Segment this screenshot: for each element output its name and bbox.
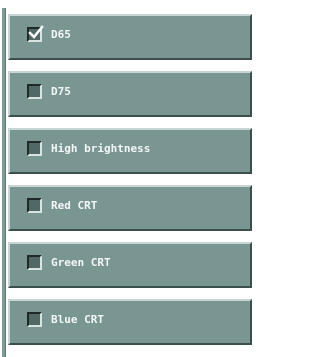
option-red-crt[interactable]: Red CRT <box>8 185 252 231</box>
red-crt-checkbox[interactable] <box>27 198 42 213</box>
option-d65[interactable]: D65 <box>8 14 252 60</box>
white-point-options-panel: D65 D75 High brightness Red CRT Green CR… <box>0 0 256 357</box>
option-green-crt[interactable]: Green CRT <box>8 242 252 288</box>
high-brightness-label: High brightness <box>51 142 151 155</box>
option-blue-crt[interactable]: Blue CRT <box>8 299 252 345</box>
check-mark-path <box>28 25 44 39</box>
green-crt-label: Green CRT <box>51 256 111 269</box>
high-brightness-checkbox[interactable] <box>27 141 42 156</box>
panel-left-border <box>2 8 6 357</box>
option-list: D65 D75 High brightness Red CRT Green CR… <box>8 14 252 356</box>
blue-crt-label: Blue CRT <box>51 313 104 326</box>
d65-label: D65 <box>51 28 71 41</box>
option-high-brightness[interactable]: High brightness <box>8 128 252 174</box>
option-d75[interactable]: D75 <box>8 71 252 117</box>
red-crt-label: Red CRT <box>51 199 98 212</box>
green-crt-checkbox[interactable] <box>27 255 42 270</box>
d75-checkbox[interactable] <box>27 84 42 99</box>
d65-checkbox[interactable] <box>27 25 44 42</box>
check-mark-icon <box>28 25 44 39</box>
blue-crt-checkbox[interactable] <box>27 312 42 327</box>
d75-label: D75 <box>51 85 71 98</box>
